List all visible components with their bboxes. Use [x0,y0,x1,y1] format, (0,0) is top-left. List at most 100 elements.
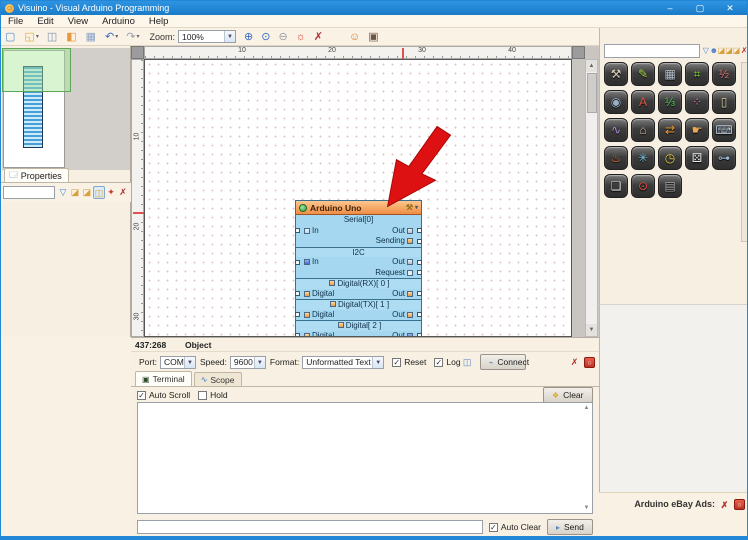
port-combobox[interactable]: COM5 ( ▼ [160,356,196,369]
minimap[interactable] [2,48,130,170]
scrollbar-thumb[interactable] [587,73,597,113]
collapse-all-icon[interactable]: ◪ [81,186,93,199]
output-pin[interactable] [417,239,422,244]
minimize-button[interactable]: – [655,1,685,15]
palette-tool-icon[interactable]: ▽ [702,44,710,58]
auto-clear-checkbox[interactable]: ✓ Auto Clear [489,522,541,532]
scroll-up-icon[interactable]: ▲ [586,60,597,72]
menu-item[interactable]: Arduino [95,15,142,28]
input-pin[interactable] [295,291,300,296]
reset-checkbox[interactable]: ✓ Reset [392,357,426,367]
input-pin[interactable] [295,228,300,233]
palette-category-button[interactable]: ∿ [604,118,628,142]
tab-properties[interactable]: 🗔 Properties [4,168,69,182]
ads-settings-icon[interactable]: ✗ [718,499,731,512]
palette-tool-icon[interactable]: ◪ [725,44,733,58]
output-pin[interactable] [417,312,422,317]
palette-category-button[interactable]: ◷ [658,146,682,170]
palette-tool-icon[interactable]: ☻ [710,44,718,58]
palette-tool-icon[interactable]: ◪ [733,44,741,58]
pin-row[interactable]: Request [296,268,421,279]
toolbar-button[interactable]: ☺ [346,29,363,45]
palette-tool-icon[interactable]: ✗ [740,44,748,58]
toolbar-button[interactable]: ◱▾ [21,29,41,45]
menu-item[interactable]: File [1,15,30,28]
palette-category-button[interactable]: ⊙ [631,174,655,198]
toolbar-button[interactable]: ▢ [2,29,19,45]
palette-category-button[interactable]: ⌗ [685,62,709,86]
palette-category-button[interactable]: ✎ [631,62,655,86]
speed-combobox[interactable]: 9600 ▼ [230,356,266,369]
properties-filter-input[interactable] [3,186,55,199]
auto-scroll-checkbox[interactable]: ✓ Auto Scroll [137,390,190,400]
tab-scope[interactable]: ∿ Scope [194,372,242,386]
design-canvas[interactable]: Arduino Uno ⚒ ▾ Serial[0] In Out Sending… [144,59,572,337]
palette-category-button[interactable]: ◉ [604,90,628,114]
palette-tool-icon[interactable]: ◪ [718,44,726,58]
send-input[interactable] [137,520,483,534]
palette-category-button[interactable]: ⇄ [658,118,682,142]
pin-row[interactable]: Digital Out [296,310,421,321]
pin-row[interactable]: Sending [296,236,421,247]
palette-category-button[interactable]: ⚄ [685,146,709,170]
toolbar-button[interactable]: ↶▾ [102,29,121,45]
palette-search-input[interactable] [604,44,700,58]
output-pin[interactable] [417,270,422,275]
scroll-down-icon[interactable]: ▼ [582,505,591,511]
toolbar-button[interactable]: ⊕ [241,29,256,45]
hold-checkbox[interactable]: Hold [198,390,227,400]
palette-category-button[interactable]: ⅓ [658,90,682,114]
pin-row[interactable]: Digital Out [296,289,421,300]
format-combobox[interactable]: Unformatted Text ▼ [302,356,384,369]
palette-category-button[interactable]: ✳ [631,146,655,170]
tab-terminal[interactable]: ▣ Terminal [135,371,192,386]
palette-category-button[interactable]: ⊶ [712,146,736,170]
pin-row[interactable]: In Out [296,257,421,268]
ruler-end-handle[interactable] [572,46,585,59]
tools-icon[interactable]: ✗ [568,356,581,369]
toolbar-button[interactable]: ▣ [365,29,381,45]
palette-category-button[interactable]: ½ [712,62,736,86]
palette-category-button[interactable]: ▯ [712,90,736,114]
scroll-up-icon[interactable]: ▲ [582,405,591,411]
toolbar-button[interactable]: ▦ [83,29,100,45]
toolbar-button[interactable]: ☼ [293,29,309,45]
palette-category-button[interactable]: ☛ [685,118,709,142]
arrange-icon[interactable]: ◫ [93,186,105,199]
toolbar-button[interactable]: ⊖ [275,29,290,45]
scroll-down-icon[interactable]: ▼ [586,324,597,336]
input-pin[interactable] [295,312,300,317]
maximize-button[interactable]: ▢ [685,1,715,15]
clear-button[interactable]: ❖ Clear [543,387,593,403]
toolbar-button[interactable]: ◫ [44,29,61,45]
menu-item[interactable]: Help [142,15,176,28]
canvas-vertical-scrollbar[interactable]: ▲ ▼ [585,59,598,337]
toolbar-button[interactable]: ⊙ [258,29,273,45]
filter-icon[interactable]: ▽ [57,186,69,199]
ads-power-icon[interactable]: ○ [734,499,745,510]
terminal-output[interactable]: ▲ ▼ [137,402,593,514]
input-pin[interactable] [295,260,300,265]
send-button[interactable]: ▸ Send [547,519,593,535]
connect-button[interactable]: ⌁ Connect [480,354,526,370]
toolbar-button[interactable]: ↷▾ [123,29,142,45]
palette-category-button[interactable]: ▤ [658,174,682,198]
minimap-view-rectangle[interactable] [2,48,71,92]
palette-category-button[interactable]: ♨ [604,146,628,170]
output-pin[interactable] [417,260,422,265]
log-checkbox[interactable]: ✓ Log [434,357,460,367]
menu-item[interactable]: View [61,15,95,28]
palette-category-button[interactable]: ❏ [604,174,628,198]
palette-category-button[interactable]: ▦ [658,62,682,86]
palette-category-button[interactable]: ⚒ [604,62,628,86]
palette-category-button[interactable]: ⌂ [631,118,655,142]
output-pin[interactable] [417,228,422,233]
log-file-icon[interactable]: ◫ [461,356,474,369]
expand-all-icon[interactable]: ◪ [69,186,81,199]
palette-category-button[interactable]: ⌨ [712,118,736,142]
menu-item[interactable]: Edit [30,15,60,28]
close-button[interactable]: ✕ [715,1,745,15]
palette-category-button[interactable]: ⁘ [685,90,709,114]
pin-icon[interactable]: ✦ [105,186,117,199]
toolbar-button[interactable]: ◧ [63,29,80,45]
